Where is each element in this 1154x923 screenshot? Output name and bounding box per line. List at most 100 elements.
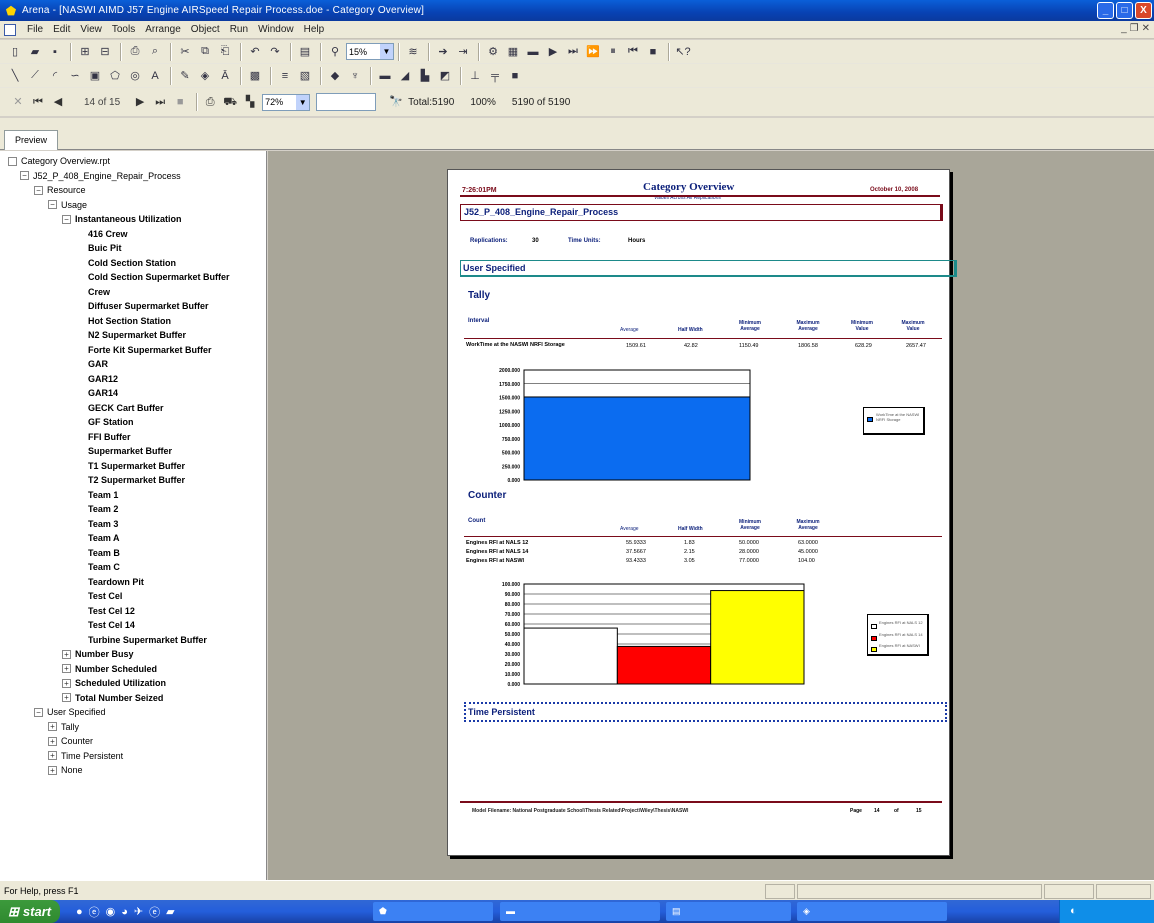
start-button[interactable]: ⊞ start	[0, 900, 60, 923]
collapse-icon[interactable]: −	[34, 185, 43, 195]
taskbar-arena-button[interactable]: ⬟	[373, 902, 493, 921]
menu-arrange[interactable]: Arrange	[140, 24, 186, 35]
tab-preview[interactable]: Preview	[4, 130, 59, 150]
last-page-icon[interactable]: ⏭	[152, 94, 168, 110]
tree-item[interactable]: 416 Crew	[88, 228, 128, 240]
paste-icon[interactable]: ⎗	[216, 43, 234, 61]
arc-icon[interactable]: ◜	[46, 67, 64, 85]
tree-item[interactable]: GECK Cart Buffer	[88, 402, 164, 414]
menu-edit[interactable]: Edit	[48, 24, 75, 35]
tree-item[interactable]: Test Cel 14	[88, 619, 135, 631]
layers-icon[interactable]: ▤	[296, 43, 314, 61]
tree-item[interactable]: Forte Kit Supermarket Buffer	[88, 344, 212, 356]
stop-icon[interactable]: ■	[644, 43, 662, 61]
tree-item[interactable]: + Tally	[48, 721, 79, 733]
report-node-icon[interactable]	[8, 156, 17, 166]
quicklaunch-firefox-icon[interactable]: ◕	[121, 906, 128, 918]
polygon-icon[interactable]: ⬠	[106, 67, 124, 85]
taskbar-explorer-button[interactable]: ◈	[797, 902, 947, 921]
tree-item[interactable]: GF Station	[88, 416, 134, 428]
menu-file[interactable]: File	[22, 24, 48, 35]
expand-icon[interactable]: +	[48, 722, 57, 731]
print-icon[interactable]: ⎙	[202, 94, 218, 110]
tree-item[interactable]: FFI Buffer	[88, 431, 131, 443]
plot-icon[interactable]: ◢	[396, 67, 414, 85]
clock-icon[interactable]: ■	[506, 67, 524, 85]
previous-page-icon[interactable]: ◀	[50, 94, 66, 110]
menu-run[interactable]: Run	[225, 24, 253, 35]
maximize-button[interactable]: □	[1116, 2, 1133, 19]
document-icon[interactable]	[4, 23, 16, 36]
box-icon[interactable]: ▣	[86, 67, 104, 85]
line-icon[interactable]: ╲	[6, 67, 24, 85]
taskbar-word-button[interactable]: ▤	[666, 902, 791, 921]
tree-item[interactable]: Team B	[88, 547, 120, 559]
ellipse-icon[interactable]: ◎	[126, 67, 144, 85]
tree-item[interactable]: Team 3	[88, 518, 118, 530]
animate-icon[interactable]: ⚙	[484, 43, 502, 61]
global-icon[interactable]: ╤	[486, 67, 504, 85]
submodel-icon[interactable]: ➔	[434, 43, 452, 61]
tree-item[interactable]: Team 1	[88, 489, 118, 501]
tree-item[interactable]: Test Cel 12	[88, 605, 135, 617]
storage-icon[interactable]: ♆	[346, 67, 364, 85]
tree-item[interactable]: − J52_P_408_Engine_Repair_Process	[20, 170, 181, 182]
undo-icon[interactable]: ↶	[246, 43, 264, 61]
tree-item[interactable]: − Usage	[48, 199, 87, 211]
tree-item[interactable]: Cold Section Supermarket Buffer	[88, 271, 230, 283]
tree-item[interactable]: Supermarket Buffer	[88, 445, 172, 457]
tree-item[interactable]: − User Specified	[34, 706, 106, 718]
level-icon[interactable]: ◩	[436, 67, 454, 85]
tree-item[interactable]: + Number Busy	[62, 648, 134, 660]
tree-item[interactable]: GAR14	[88, 387, 118, 399]
tree-item[interactable]: + Total Number Seized	[62, 692, 163, 704]
mdi-close-icon[interactable]: ✕	[1142, 23, 1150, 34]
first-page-icon[interactable]: ⏮	[30, 94, 46, 110]
pause-icon[interactable]: ⏩	[584, 43, 602, 61]
help-icon[interactable]: ↖?	[674, 43, 692, 61]
queue-icon[interactable]: ◆	[326, 67, 344, 85]
minimize-button[interactable]: _	[1097, 2, 1114, 19]
quicklaunch-messenger-icon[interactable]: ✈	[134, 905, 143, 918]
tray-network-icon[interactable]: ◐	[1070, 905, 1077, 917]
tree-item[interactable]: Turbine Supermarket Buffer	[88, 634, 207, 646]
collapse-icon[interactable]: −	[20, 171, 29, 180]
go-icon[interactable]: ▬	[524, 43, 542, 61]
tree-item[interactable]: Crew	[88, 286, 110, 298]
smart-connect-icon[interactable]: ⇥	[454, 43, 472, 61]
end-icon[interactable]: ⏮	[624, 43, 642, 61]
export-icon[interactable]: ⛟	[222, 94, 238, 110]
menu-tools[interactable]: Tools	[107, 24, 140, 35]
tree-item[interactable]: GAR	[88, 358, 108, 370]
tree-item[interactable]: Cold Section Station	[88, 257, 176, 269]
split-icon[interactable]: ▦	[504, 43, 522, 61]
mdi-minimize-icon[interactable]: _	[1121, 23, 1127, 34]
chevron-down-icon[interactable]: ▼	[380, 44, 393, 59]
quicklaunch-ie2-icon[interactable]: ⓔ	[149, 904, 160, 920]
drawing-zoom-select[interactable]: 15% ▼	[346, 43, 394, 60]
mdi-restore-icon[interactable]: ❐	[1130, 23, 1139, 34]
quicklaunch-desktop-icon[interactable]: ▰	[166, 905, 174, 918]
tree-item[interactable]: Team 2	[88, 503, 118, 515]
group-tree-icon[interactable]: ▚	[242, 94, 258, 110]
menu-help[interactable]: Help	[299, 24, 330, 35]
quicklaunch-outlook-icon[interactable]: ●	[76, 906, 83, 918]
bezier-icon[interactable]: ∽	[66, 67, 84, 85]
polyline-icon[interactable]: ⟋	[26, 67, 44, 85]
window-bg-icon[interactable]: ▩	[246, 67, 264, 85]
variable-icon[interactable]: ⊥	[466, 67, 484, 85]
tree-item[interactable]: Diffuser Supermarket Buffer	[88, 300, 209, 312]
close-report-icon[interactable]: ✕	[10, 94, 26, 110]
tree-item[interactable]: Team A	[88, 532, 120, 544]
next-page-icon[interactable]: ▶	[132, 94, 148, 110]
open-icon[interactable]: ▰	[26, 43, 44, 61]
new-icon[interactable]: ▯	[6, 43, 24, 61]
text-color-icon[interactable]: Ā	[216, 67, 234, 85]
expand-icon[interactable]: +	[48, 736, 57, 746]
menu-object[interactable]: Object	[186, 24, 225, 35]
template-detach-icon[interactable]: ⊟	[96, 43, 114, 61]
search-text-input[interactable]	[316, 93, 377, 111]
menu-window[interactable]: Window	[253, 24, 299, 35]
print-preview-icon[interactable]: ⌕	[146, 43, 164, 61]
expand-icon[interactable]: +	[48, 765, 57, 775]
